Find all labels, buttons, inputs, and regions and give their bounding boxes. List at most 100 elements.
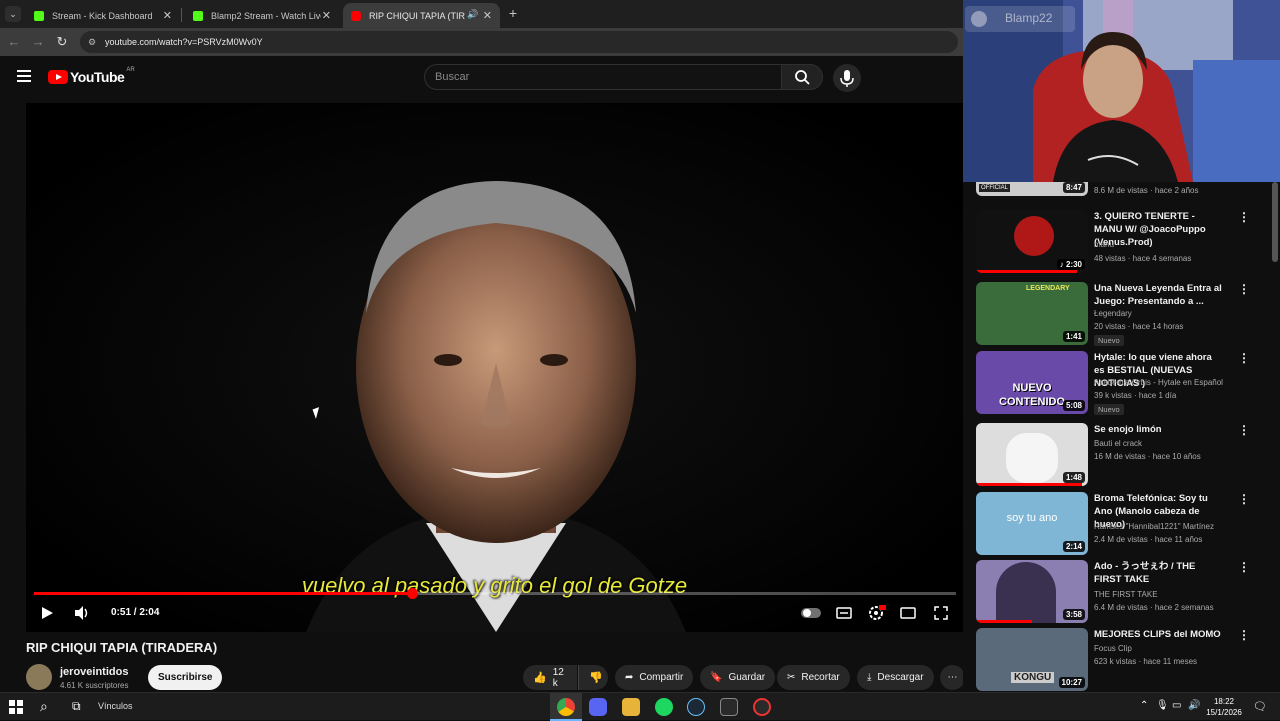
youtube-logo[interactable]: YouTube AR (48, 67, 135, 85)
channel-name[interactable]: Academia Orbis - Hytale en Español (1094, 378, 1223, 387)
video-thumbnail[interactable]: NUEVO CONTENIDO 5:08 (976, 351, 1088, 414)
search-input[interactable]: Buscar (424, 64, 782, 90)
epic-games-icon[interactable] (720, 698, 738, 716)
close-tab-icon[interactable]: ✕ (163, 9, 172, 22)
video-thumbnail[interactable]: 1:48 (976, 423, 1088, 486)
channel-name[interactable]: Focus Clip (1094, 644, 1132, 653)
theater-mode-button[interactable] (898, 603, 918, 623)
voice-search-button[interactable] (833, 64, 861, 92)
list-item[interactable]: 3:58 Ado - うっせぇわ / THE FIRST TAKE THE FI… (976, 560, 1250, 623)
menu-hamburger-icon[interactable] (17, 70, 31, 82)
audio-playing-icon[interactable]: 🔊 (467, 9, 478, 20)
save-button[interactable]: 🔖 Guardar (700, 665, 776, 690)
search-icon[interactable]: ⌕ (40, 698, 48, 715)
progress-scrubber[interactable] (407, 588, 419, 599)
kick-favicon-icon (193, 10, 203, 21)
chrome-icon[interactable] (557, 698, 575, 716)
task-view-icon[interactable]: ⧉ (72, 699, 81, 714)
sidebar-scrollbar[interactable] (1272, 182, 1278, 262)
volume-icon[interactable]: 🔊 (1188, 700, 1200, 711)
list-item[interactable]: KONGU 10:27 MEJORES CLIPS del MOMO Focus… (976, 628, 1250, 691)
file-explorer-icon[interactable] (622, 698, 640, 716)
windows-start-icon[interactable] (9, 700, 23, 714)
duration-badge: 8:47 (1062, 182, 1085, 193)
network-icon[interactable]: ▭ (1172, 700, 1181, 711)
fullscreen-button[interactable] (931, 603, 951, 623)
video-title[interactable]: Una Nueva Leyenda Entra al Juego: Presen… (1094, 282, 1224, 308)
more-actions-button[interactable]: ⋯ (940, 665, 965, 690)
like-button[interactable]: 👍 12 k (523, 665, 577, 690)
video-thumbnail[interactable]: LEGENDARY 1:41 (976, 282, 1088, 345)
play-button[interactable] (38, 603, 56, 623)
subtitles-button[interactable] (834, 603, 854, 623)
show-hidden-icons-chevron-icon[interactable]: ⌃ (1140, 700, 1148, 711)
site-info-icon[interactable]: ⚙ (88, 31, 96, 53)
more-vertical-icon[interactable]: ⋮ (1238, 210, 1250, 224)
microphone-icon[interactable]: 🎙 (1156, 700, 1169, 711)
forward-arrow-icon[interactable]: → (29, 33, 47, 51)
video-thumbnail[interactable]: OFFICIAL 8:47 (976, 182, 1088, 196)
video-thumbnail[interactable]: soy tu ano 2:14 (976, 492, 1088, 555)
channel-name[interactable]: THE FIRST TAKE (1094, 590, 1158, 599)
new-badge: Nuevo (1094, 335, 1124, 346)
autoplay-toggle[interactable] (801, 603, 821, 623)
channel-name[interactable]: Łegendary (1094, 309, 1132, 318)
channel-name[interactable]: Bauti el crack (1094, 439, 1142, 448)
more-vertical-icon[interactable]: ⋮ (1238, 628, 1250, 642)
obs-icon[interactable] (753, 698, 771, 716)
kick-favicon-icon (34, 10, 44, 21)
close-tab-icon[interactable]: ✕ (483, 9, 492, 22)
reload-icon[interactable]: ↻ (53, 33, 71, 51)
spotify-icon[interactable] (655, 698, 673, 716)
progress-bar[interactable] (34, 588, 956, 599)
video-thumbnail[interactable]: KONGU 10:27 (976, 628, 1088, 691)
list-item[interactable]: OFFICIAL 8:47 8.6 M de vistas · hace 2 a… (976, 182, 1246, 196)
more-vertical-icon[interactable]: ⋮ (1238, 492, 1250, 506)
steam-icon[interactable] (687, 698, 705, 716)
browser-toolbar: ← → ↻ ⚙ youtube.com/watch?v=PSRVzM0Wv0Y (0, 28, 963, 56)
close-tab-icon[interactable]: ✕ (322, 9, 331, 22)
tab-blamp2-stream[interactable]: Blamp2 Stream - Watch Live on ✕ (185, 3, 339, 28)
list-item[interactable]: NUEVO CONTENIDO 5:08 Hytale: lo que vien… (976, 351, 1250, 415)
share-button[interactable]: ➦ Compartir (615, 665, 694, 690)
subscribe-button[interactable]: Suscribirse (148, 665, 223, 690)
tab-kick-dashboard[interactable]: Stream - Kick Dashboard ✕ (26, 3, 180, 28)
clock[interactable]: 18:22 15/1/2026 (1204, 696, 1244, 718)
dislike-button[interactable]: 👎 (578, 665, 608, 690)
thumbs-down-icon: 👎 (589, 672, 603, 684)
video-thumbnail[interactable]: ♪ 2:30 (976, 210, 1088, 273)
links-toolbar-label[interactable]: Vínculos (98, 701, 133, 711)
video-player[interactable]: vuelvo al pasado y grito el gol de Gotze… (26, 103, 963, 632)
search-button[interactable] (781, 64, 823, 90)
channel-name[interactable]: Ramsés "Hannibal1221" Martínez (1094, 522, 1214, 531)
video-title[interactable]: MEJORES CLIPS del MOMO (1094, 628, 1224, 641)
country-code: AR (126, 67, 135, 73)
more-vertical-icon[interactable]: ⋮ (1238, 282, 1250, 296)
channel-avatar[interactable] (26, 664, 52, 690)
list-item[interactable]: soy tu ano 2:14 Broma Telefónica: Soy tu… (976, 492, 1250, 555)
video-title[interactable]: Ado - うっせぇわ / THE FIRST TAKE (1094, 560, 1224, 586)
video-thumbnail[interactable]: 3:58 (976, 560, 1088, 623)
list-item[interactable]: ♪ 2:30 3. QUIERO TENERTE - MANU W/ @Joac… (976, 210, 1250, 273)
more-vertical-icon[interactable]: ⋮ (1238, 423, 1250, 437)
volume-button[interactable] (72, 603, 90, 623)
notifications-icon[interactable]: 🗨 (1253, 700, 1267, 713)
address-bar[interactable]: ⚙ youtube.com/watch?v=PSRVzM0Wv0Y (80, 31, 958, 53)
clock-time: 18:22 (1213, 697, 1235, 706)
channel-name[interactable]: jeroveintidos (60, 666, 128, 678)
tab-youtube-video[interactable]: RIP CHIQUI TAPIA (TIRADER 🔊 ✕ (343, 3, 500, 28)
clip-button[interactable]: ✂ Recortar (777, 665, 850, 690)
list-item[interactable]: 1:48 Se enojo limón Bauti el crack 16 M … (976, 423, 1250, 486)
new-tab-button[interactable]: + (505, 5, 521, 21)
bookmark-icon: 🔖 (710, 672, 723, 683)
tab-search-button[interactable]: ⌄ (5, 6, 21, 22)
back-arrow-icon[interactable]: ← (5, 33, 23, 51)
channel-name[interactable]: manu (1094, 240, 1114, 249)
video-title[interactable]: Se enojo limón (1094, 423, 1224, 436)
more-vertical-icon[interactable]: ⋮ (1238, 351, 1250, 365)
discord-icon[interactable] (589, 698, 607, 716)
download-button[interactable]: ⤓ Descargar (857, 665, 934, 690)
list-item[interactable]: LEGENDARY 1:41 Una Nueva Leyenda Entra a… (976, 282, 1250, 346)
more-vertical-icon[interactable]: ⋮ (1238, 560, 1250, 574)
settings-button[interactable] (866, 603, 886, 623)
